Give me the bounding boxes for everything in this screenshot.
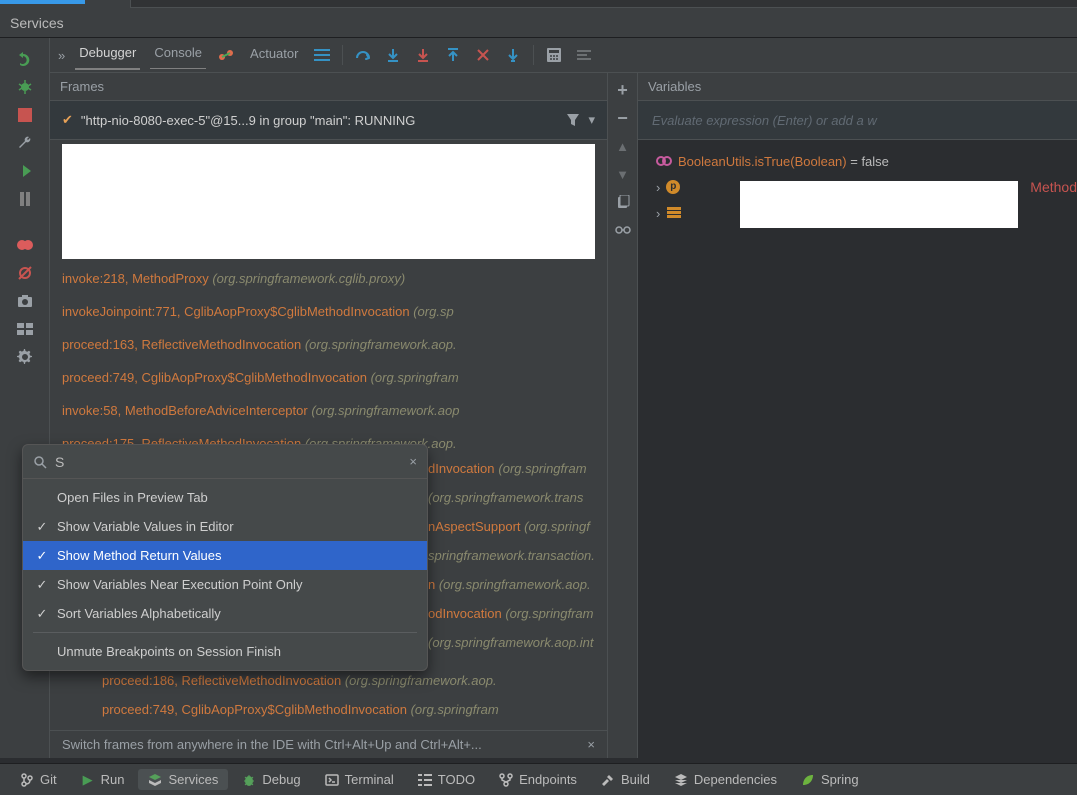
rerun-icon[interactable] [16,50,34,68]
thread-selector[interactable]: ✔ "http-nio-8080-exec-5"@15...9 in group… [50,101,607,140]
resume-icon[interactable] [16,162,34,180]
popup-list: Open Files in Preview Tab ✓Show Variable… [23,479,427,670]
popup-item[interactable]: ✓Sort Variables Alphabetically [23,599,427,628]
toolwindow-services[interactable]: Services [138,769,228,790]
wrench-icon[interactable] [16,134,34,152]
variable-type: Method [1030,179,1077,195]
filter-icon[interactable] [566,113,580,127]
check-icon: ✔ [62,112,73,128]
search-icon [33,455,47,469]
editor-tab-edge [130,0,1077,8]
settings-icon[interactable] [16,348,34,366]
progress-indicator [0,0,85,4]
todo-icon [418,773,432,787]
endpoints-icon [499,773,513,787]
stop-icon[interactable] [16,106,34,124]
debugger-toolbar: » Debugger Console Actuator [50,38,1077,73]
frames-header: Frames [50,73,607,101]
popup-item[interactable]: ✓Show Variable Values in Editor [23,512,427,541]
stack-row: proceed:163, ReflectiveMethodInvocation … [50,328,607,361]
popup-search-value: S [55,454,409,470]
dropdown-icon[interactable]: ▾ [588,112,595,128]
layout-icon[interactable] [16,320,34,338]
return-value-row[interactable]: BooleanUtils.isTrue(Boolean) = false [656,148,1077,174]
terminal-icon [325,773,339,787]
glasses-icon[interactable] [614,221,632,239]
force-step-into-icon[interactable] [413,45,433,65]
services-icon [148,773,162,787]
layers-icon [674,773,688,787]
toolwindow-git[interactable]: Git [10,769,67,790]
toolwindow-title: Services [10,15,64,31]
pause-icon[interactable] [16,190,34,208]
popup-item[interactable]: Unmute Breakpoints on Session Finish [23,637,427,666]
popup-item[interactable]: Open Files in Preview Tab [23,483,427,512]
frames-hint: Switch frames from anywhere in the IDE w… [50,730,607,758]
run-to-cursor-icon[interactable] [503,45,523,65]
trace-icon[interactable] [574,45,594,65]
spring-icon [801,773,815,787]
remove-watch-icon[interactable]: − [614,109,632,127]
toolwindow-run[interactable]: ▶Run [71,769,135,790]
breakpoints-icon[interactable] [16,236,34,254]
stack-row: invoke:58, MethodBeforeAdviceInterceptor… [50,394,607,427]
popup-item-selected[interactable]: ✓Show Method Return Values [23,541,427,570]
popup-item[interactable]: ✓Show Variables Near Execution Point Onl… [23,570,427,599]
redacted-block [62,144,595,259]
move-down-icon[interactable]: ▼ [614,165,632,183]
tab-actuator[interactable]: Actuator [246,42,302,69]
toolwindow-build[interactable]: Build [591,769,660,790]
variables-header: Variables [638,73,1077,101]
settings-popup: S × Open Files in Preview Tab ✓Show Vari… [22,444,428,671]
hammer-icon [601,773,615,787]
tab-debugger[interactable]: Debugger [75,41,140,70]
popup-divider [33,632,417,633]
toolwindow-spring[interactable]: Spring [791,769,869,790]
top-strip [0,0,1077,8]
camera-icon[interactable] [16,292,34,310]
thread-dump-icon[interactable] [312,45,332,65]
stack-row: proceed:749, CglibAopProxy$CglibMethodIn… [50,361,607,394]
copy-icon[interactable] [614,193,632,211]
toolwindow-dependencies[interactable]: Dependencies [664,769,787,790]
clear-icon[interactable]: × [409,454,417,469]
redacted-block-2 [740,181,1018,228]
drop-frame-icon[interactable] [473,45,493,65]
variables-pane: Variables Evaluate expression (Enter) or… [638,73,1077,758]
evaluate-expression-input[interactable]: Evaluate expression (Enter) or add a w [638,101,1077,140]
variables-toolbar: + − ▲ ▼ [608,73,638,758]
param-badge-icon: p [666,180,680,194]
git-branch-icon [20,773,34,787]
mute-breakpoints-icon[interactable] [16,264,34,282]
calculator-icon[interactable] [544,45,564,65]
popup-search[interactable]: S × [23,445,427,479]
link-icon [656,153,672,169]
toolwindow-titlebar: Services [0,8,1077,38]
close-icon[interactable]: × [587,737,595,752]
move-up-icon[interactable]: ▲ [614,137,632,155]
actuator-icon [216,45,236,65]
thread-label: "http-nio-8080-exec-5"@15...9 in group "… [81,113,415,128]
expand-icon[interactable]: » [58,48,65,63]
step-into-icon[interactable] [383,45,403,65]
tab-console[interactable]: Console [150,41,206,69]
step-out-icon[interactable] [443,45,463,65]
step-over-icon[interactable] [353,45,373,65]
toolwindow-endpoints[interactable]: Endpoints [489,769,587,790]
toolwindow-debug[interactable]: Debug [232,769,310,790]
toolwindow-terminal[interactable]: Terminal [315,769,404,790]
status-toolwindows-bar: Git ▶Run Services Debug Terminal TODO En… [0,763,1077,795]
bug-icon [242,773,256,787]
bug-config-icon[interactable] [16,78,34,96]
stack-row: invoke:218, MethodProxy (org.springframe… [50,262,607,295]
stack-badge-icon [666,205,682,221]
stack-row: invokeJoinpoint:771, CglibAopProxy$Cglib… [50,295,607,328]
add-watch-icon[interactable]: + [614,81,632,99]
play-icon: ▶ [81,773,95,787]
toolwindow-todo[interactable]: TODO [408,769,485,790]
